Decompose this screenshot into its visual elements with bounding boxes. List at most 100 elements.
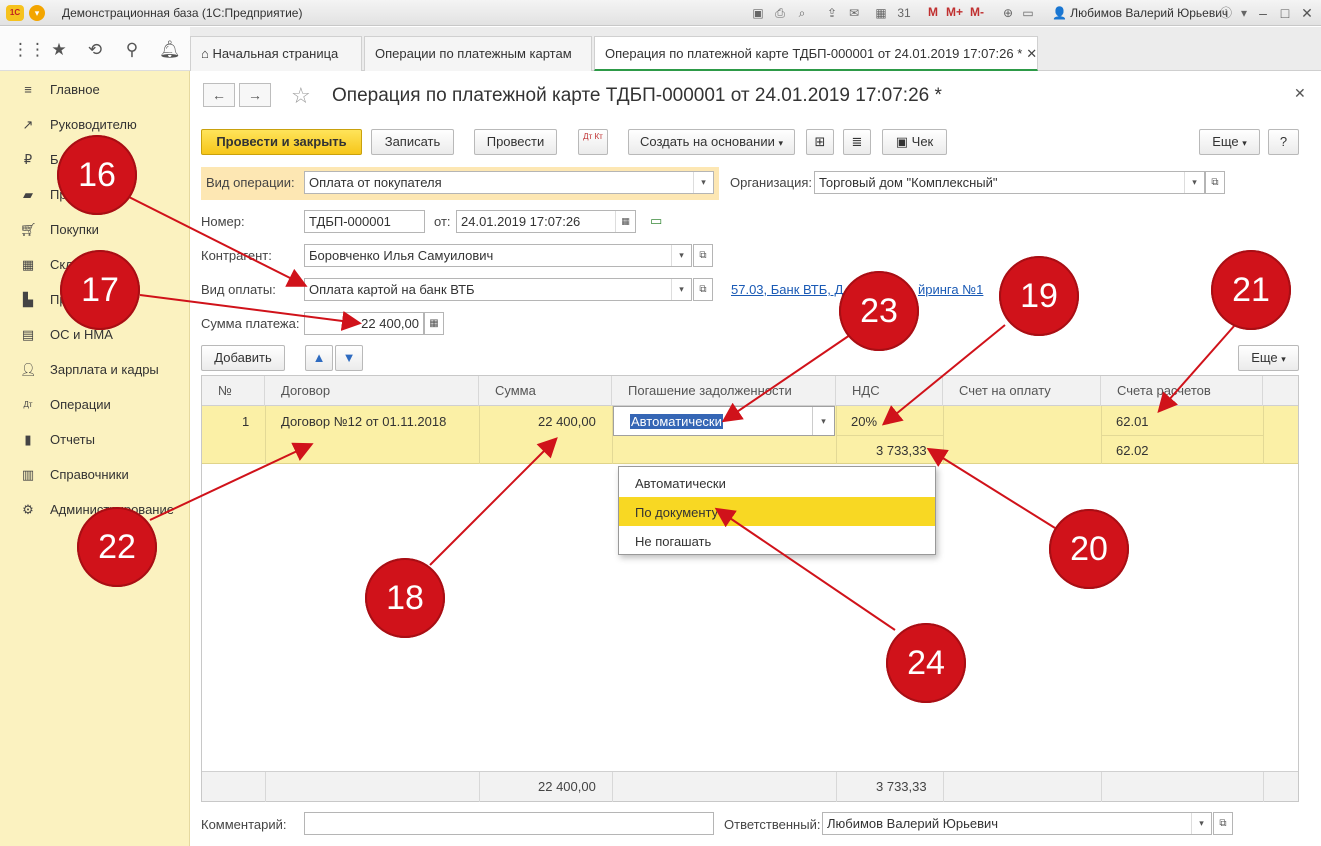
tab-home[interactable]: ⌂ Начальная страница <box>190 36 362 71</box>
list-icon[interactable]: ≣ <box>843 129 871 155</box>
dropdown-option-by-document[interactable]: По документу <box>619 497 935 526</box>
operation-type-label: Вид операции: <box>206 175 295 190</box>
post-and-close-button[interactable]: Провести и закрыть <box>201 129 362 155</box>
search-icon[interactable]: ⚲ <box>122 40 142 60</box>
sidebar-item-purchases[interactable]: 🛒︎ Покупки <box>0 215 190 245</box>
maximize-button[interactable]: □ <box>1275 3 1295 23</box>
number-field[interactable]: ТДБП-000001 <box>304 210 425 233</box>
print-icon[interactable]: ⎙ <box>772 5 788 21</box>
forward-button[interactable]: → <box>239 83 271 107</box>
account-link-tail[interactable]: йринга №1 <box>918 282 983 297</box>
dropdown-option-no-repay[interactable]: Не погашать <box>619 526 935 555</box>
apps-grid-icon[interactable]: ⋮⋮ <box>12 40 46 60</box>
chevron-down-icon[interactable]: ▾ <box>693 172 713 193</box>
sidebar-item-catalogs[interactable]: ▥ Справочники <box>0 460 190 490</box>
check-button[interactable]: ▣ Чек <box>882 129 947 155</box>
responsible-field[interactable]: Любимов Валерий Юрьевич ▾ <box>822 812 1212 835</box>
chevron-down-icon[interactable]: ▾ <box>1236 5 1252 21</box>
payment-type-field[interactable]: Оплата картой на банк ВТБ ▾ <box>304 278 692 301</box>
repayment-value[interactable]: Автоматически <box>630 414 723 429</box>
mail-icon[interactable]: ✉ <box>846 5 862 21</box>
chevron-down-icon[interactable]: ▾ <box>812 407 834 435</box>
tab-current-document[interactable]: Операция по платежной карте ТДБП-000001 … <box>594 36 1038 71</box>
open-counterparty-icon[interactable]: ⧉ <box>693 244 713 267</box>
calendar-icon[interactable]: ▦ <box>615 211 635 232</box>
sidebar-item-label: Главное <box>50 82 100 97</box>
comment-field[interactable] <box>304 812 714 835</box>
info-icon[interactable]: ⓘ <box>1218 5 1234 21</box>
open-responsible-icon[interactable]: ⧉ <box>1213 812 1233 835</box>
memory-m-button[interactable]: M <box>928 5 938 19</box>
account-link[interactable]: 57.03, Банк ВТБ, Д <box>731 282 843 297</box>
operation-type-field[interactable]: Оплата от покупателя ▾ <box>304 171 714 194</box>
row-account-2[interactable]: 62.02 <box>1116 443 1149 458</box>
upload-icon[interactable]: ⇪ <box>824 5 840 21</box>
col-accounts-header[interactable]: Счета расчетов <box>1101 376 1263 406</box>
current-user[interactable]: 👤 Любимов Валерий Юрьевич <box>1052 6 1228 20</box>
calendar-icon[interactable]: 31 <box>896 5 912 21</box>
app-title: Демонстрационная база (1С:Предприятие) <box>62 6 303 20</box>
chevron-down-icon[interactable]: ▾ <box>671 279 691 300</box>
save-button[interactable]: Записать <box>371 129 454 155</box>
post-button[interactable]: Провести <box>474 129 557 155</box>
organization-field[interactable]: Торговый дом "Комплексный" ▾ <box>814 171 1205 194</box>
table-row[interactable]: 1 Договор №12 от 01.11.2018 22 400,00 Ав… <box>202 406 1298 464</box>
amount-field[interactable]: 22 400,00 <box>304 312 424 335</box>
close-tab-icon[interactable]: ✕ <box>1026 46 1037 61</box>
col-contract-header[interactable]: Договор <box>265 376 479 406</box>
save-icon[interactable]: ▣ <box>750 5 766 21</box>
close-form-icon[interactable]: ✕ <box>1294 85 1306 102</box>
col-number-header[interactable]: № <box>202 376 265 406</box>
col-vat-header[interactable]: НДС <box>836 376 943 406</box>
main-menu-icon[interactable]: ▾ <box>29 5 45 21</box>
minimize-button[interactable]: – <box>1253 3 1273 23</box>
create-based-on-button[interactable]: Создать на основании ▾ <box>628 129 795 155</box>
sidebar-item-label: Покупки <box>50 222 99 237</box>
row-vat-amount[interactable]: 3 733,33 <box>876 443 927 458</box>
more-button[interactable]: Еще ▾ <box>1199 129 1260 155</box>
table-more-button[interactable]: Еще ▾ <box>1238 345 1299 371</box>
close-window-button[interactable]: ✕ <box>1297 3 1317 23</box>
favorites-star-icon[interactable]: ★ <box>49 40 69 60</box>
dt-kt-button[interactable]: Дт Кт <box>578 129 608 155</box>
tab-card-operations[interactable]: Операции по платежным картам <box>364 36 592 71</box>
check-label: Чек <box>911 134 934 149</box>
history-icon[interactable]: ⟲ <box>85 40 105 60</box>
chevron-down-icon[interactable]: ▾ <box>671 245 691 266</box>
col-sum-header[interactable]: Сумма <box>479 376 612 406</box>
sidebar-item-reports[interactable]: ▮ Отчеты <box>0 425 190 455</box>
repayment-editor[interactable]: Автоматически ▾ <box>613 406 835 436</box>
row-account-1[interactable]: 62.01 <box>1116 414 1149 429</box>
trend-icon: ↗ <box>22 117 34 132</box>
open-organization-icon[interactable]: ⧉ <box>1205 171 1225 194</box>
row-sum[interactable]: 22 400,00 <box>538 414 596 429</box>
row-contract[interactable]: Договор №12 от 01.11.2018 <box>281 414 446 429</box>
sidebar-item-salary[interactable]: 👤︎ Зарплата и кадры <box>0 355 190 385</box>
sidebar-item-operations[interactable]: Дт Операции <box>0 390 190 420</box>
row-vat-rate[interactable]: 20% <box>851 414 877 429</box>
calculator-icon[interactable]: ▦ <box>873 5 889 21</box>
memory-minus-button[interactable]: M- <box>970 5 984 19</box>
open-payment-type-icon[interactable]: ⧉ <box>693 278 713 301</box>
chevron-down-icon[interactable]: ▾ <box>1191 813 1211 834</box>
back-button[interactable]: ← <box>203 83 235 107</box>
favorite-star-icon[interactable]: ☆ <box>291 83 311 109</box>
col-invoice-header[interactable]: Счет на оплату <box>943 376 1101 406</box>
preview-icon[interactable]: ⌕ <box>794 5 810 21</box>
structure-icon[interactable]: ⊞ <box>806 129 834 155</box>
dropdown-option-auto[interactable]: Автоматически <box>619 468 935 497</box>
zoom-icon[interactable]: ⊕ <box>1000 5 1016 21</box>
panels-icon[interactable]: ▭ <box>1020 5 1036 21</box>
counterparty-field[interactable]: Боровченко Илья Самуилович ▾ <box>304 244 692 267</box>
chevron-down-icon[interactable]: ▾ <box>1184 172 1204 193</box>
move-up-icon[interactable]: ▲ <box>305 345 333 371</box>
memory-plus-button[interactable]: M+ <box>946 5 963 19</box>
calculator-icon[interactable]: ▦ <box>424 312 444 335</box>
move-down-icon[interactable]: ▼ <box>335 345 363 371</box>
col-repayment-header[interactable]: Погашение задолженности <box>612 376 836 406</box>
help-button[interactable]: ? <box>1268 129 1299 155</box>
notifications-bell-icon[interactable]: 🔔︎ <box>159 40 181 60</box>
date-field[interactable]: 24.01.2019 17:07:26 ▦ <box>456 210 636 233</box>
add-row-button[interactable]: Добавить <box>201 345 285 371</box>
sidebar-item-main[interactable]: ≡ Главное <box>0 75 190 105</box>
